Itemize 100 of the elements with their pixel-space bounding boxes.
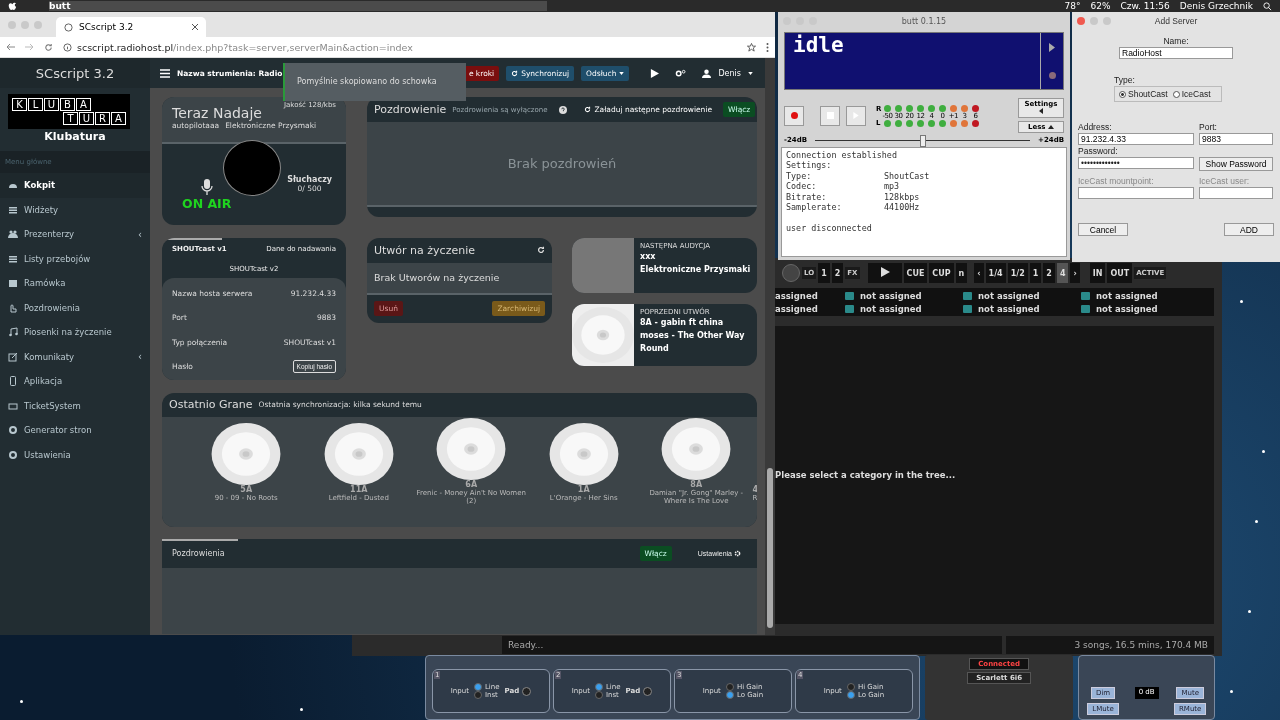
port-field[interactable]: 9883 [1199,133,1273,145]
arrow-up-icon [1048,125,1054,129]
assignment-slot[interactable]: not assigned [845,290,963,301]
status-item[interactable]: Czw. 11:56 [1120,1,1170,11]
refresh-icon[interactable] [537,246,545,255]
assignment-slot[interactable]: not assigned [963,290,1081,301]
sidebar-item[interactable]: TicketSystem [0,393,150,418]
sidebar-item[interactable]: Komunikaty ‹ [0,344,150,369]
reload-icon[interactable] [44,42,53,52]
card-title: Pozdrowienie [374,103,447,116]
browser-tab[interactable]: SCscript 3.2 [56,17,206,37]
type-radio[interactable]: IceCast [1172,89,1211,99]
forward-arrow-icon[interactable] [25,43,34,51]
close-button[interactable] [1077,17,1085,25]
arrow-right-icon[interactable] [1049,43,1055,52]
gain-slider-thumb[interactable] [919,134,926,147]
sidebar-item[interactable]: Kokpit [0,173,150,198]
sidebar-item[interactable]: Piosenki na życzenie [0,320,150,345]
help-icon[interactable] [559,105,568,114]
loop-size-button[interactable]: 1 [1029,263,1042,283]
cue-button[interactable]: CUE [903,263,928,283]
loop-size-button[interactable]: 1/2 [1007,263,1028,283]
loop-size-button[interactable]: 2 [1043,263,1055,283]
phone-icon [8,376,18,387]
loop-next-button[interactable]: › [1070,263,1080,283]
track-key: 11A [350,484,368,494]
sidebar-item[interactable]: Pozdrowienia [0,295,150,320]
track-key: 1A [577,484,590,494]
panel-title: Pozdrowienia [172,549,225,559]
cancel-button[interactable]: Cancel [1078,223,1128,236]
sidebar-item[interactable]: Generator stron [0,418,150,443]
sidebar-item[interactable]: Prezenterzy ‹ [0,222,150,247]
assignment-slot[interactable]: not assigned [845,303,963,314]
listeners-label: Słuchaczy [287,175,332,184]
search-icon[interactable] [1263,1,1272,11]
loop-button[interactable]: n [955,263,968,283]
close-icon[interactable] [192,24,198,30]
loop-size-button[interactable]: 1/4 [985,263,1006,283]
gears-icon[interactable] [675,68,687,78]
assignment-slot[interactable]: not assigned [1081,303,1199,314]
caret-icon[interactable] [748,71,753,75]
grid-icon [8,204,18,215]
user-field[interactable] [1199,187,1273,199]
sidebar-item[interactable]: Ustawienia [0,442,150,467]
app-name: butt [49,1,547,11]
scrollbar-thumb[interactable] [767,468,773,628]
name-field[interactable]: RadioHost [1119,47,1233,59]
list-icon [8,253,18,264]
assignment-slot[interactable]: assigned [775,290,845,301]
out-button[interactable]: OUT [1107,263,1133,283]
log-line: Bitrate: 128kbps [786,191,921,202]
disc-icon [661,417,732,480]
star-icon[interactable] [747,42,756,52]
knob[interactable] [782,264,800,282]
password-field[interactable]: ••••••••••••• [1078,157,1194,169]
loop-size-button[interactable]: 4 [1056,263,1069,283]
record-button[interactable] [784,105,804,126]
menu-icon[interactable] [160,68,170,78]
deck-button[interactable]: 1 [818,263,830,283]
assignment-slot[interactable]: assigned [775,303,845,314]
microphone-icon [200,179,213,195]
assignment-slot[interactable]: not assigned [963,303,1081,314]
track-key: 4 [752,484,757,494]
sidebar-item[interactable]: Widżety [0,197,150,222]
type-radio[interactable]: ShoutCast [1119,89,1168,99]
user-menu[interactable]: Denis [718,68,741,78]
add-button[interactable]: ADD [1224,223,1274,236]
disc-icon [211,422,282,485]
music-note-icon [8,327,18,338]
log-line: Settings: [786,160,833,171]
collection-summary: 3 songs, 16.5 mins, 170.4 MB [1006,636,1214,654]
sidebar-item[interactable]: Ramówka [0,271,150,296]
assignment-slot[interactable]: not assigned [1081,290,1199,301]
back-arrow-icon[interactable] [6,43,15,51]
status-item[interactable]: 62% [1090,1,1111,11]
sidebar-item[interactable]: Aplikacja [0,369,150,394]
cup-button[interactable]: CUP [929,263,954,283]
field-label: Address: [1078,122,1113,132]
stop-button[interactable] [820,105,840,126]
show-name: Elektroniczne Przysmaki [640,263,751,276]
status-item[interactable]: 78° [1064,1,1081,11]
address-field[interactable]: 91.232.4.33 [1078,133,1194,145]
menu-icon[interactable] [766,42,769,52]
scrollbar[interactable] [765,58,775,635]
sidebar-item[interactable]: Listy przebojów [0,246,150,271]
apple-logo-icon [8,1,17,11]
deck-button[interactable]: 2 [831,263,844,283]
field-label: IceCast mountpoint: [1078,176,1155,186]
loop-prev-button[interactable]: ‹ [974,263,984,283]
window-title: Add Server [1154,16,1198,26]
play-button[interactable] [867,263,902,283]
address-bar[interactable]: scscript.radiohost.pl/index.php?task=server,serverMain&action=index [63,41,737,53]
show-password-button[interactable]: Show Password [1199,157,1273,171]
status-item[interactable]: Denis Grzechnik [1179,1,1253,11]
app-brand: SCscript 3.2 [0,58,150,88]
calendar-icon [8,278,18,289]
in-button[interactable]: IN [1089,263,1106,283]
mountpoint-field[interactable] [1078,187,1194,199]
play-icon[interactable] [650,68,660,78]
card-title: Ostatnio Grane [169,398,253,411]
